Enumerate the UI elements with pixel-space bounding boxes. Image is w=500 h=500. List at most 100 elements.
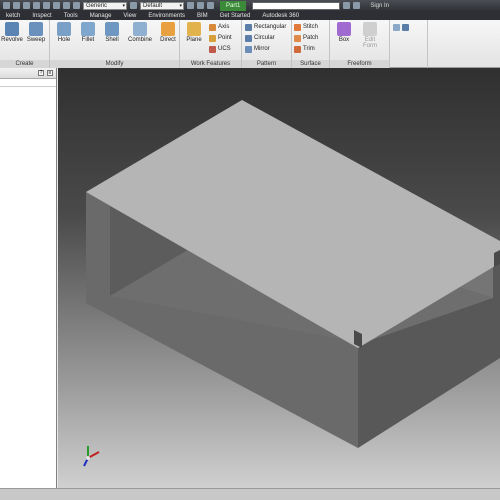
update-icon[interactable] (63, 2, 70, 9)
model-browser: ? ≡ (0, 68, 57, 488)
search-input[interactable] (252, 1, 341, 10)
tab-bim[interactable]: BIM (191, 13, 214, 19)
stitch-button[interactable]: Stitch (294, 22, 318, 32)
revolve-label: Revolve (1, 37, 23, 43)
rectangular-button[interactable]: Rectangular (245, 22, 286, 32)
plane-label: Plane (186, 37, 202, 43)
ucs-button[interactable]: UCS (209, 44, 231, 54)
appearance-dropdown[interactable]: Default ▾ (140, 1, 184, 10)
combine-button[interactable]: Combine (126, 22, 154, 43)
revolve-icon (5, 22, 19, 36)
work-features-panel-label[interactable]: Work Features (180, 60, 241, 68)
combine-label: Combine (127, 37, 152, 43)
create-panel-label[interactable]: Create (0, 60, 49, 68)
surface-panel: Stitch Patch Trim Surface (292, 20, 330, 68)
direct-button[interactable]: Direct (156, 22, 180, 43)
box-button[interactable]: Box (332, 22, 356, 43)
select-icon[interactable] (73, 2, 80, 9)
extra-icon-2 (402, 23, 409, 31)
open-icon[interactable] (13, 2, 20, 9)
hole-icon (57, 22, 71, 36)
tab-environments[interactable]: Environments (142, 13, 191, 19)
tab-manage[interactable]: Manage (84, 13, 118, 19)
surface-panel-label[interactable]: Surface (292, 60, 329, 68)
box-icon (337, 22, 351, 36)
home-icon[interactable] (53, 2, 60, 9)
model-view (83, 100, 500, 467)
color-icon[interactable] (130, 2, 137, 9)
modify-panel: Hole Fillet Shell Combine Direct Modify (50, 20, 180, 68)
point-label: Point (218, 35, 232, 41)
extra-panel (390, 20, 428, 68)
tab-inspect[interactable]: Inspect (26, 13, 57, 19)
circular-pattern-icon (245, 34, 252, 42)
patch-button[interactable]: Patch (294, 33, 318, 43)
adjust-icon[interactable] (187, 2, 194, 9)
user-icon[interactable] (353, 2, 361, 9)
binoculars-icon[interactable] (343, 2, 351, 9)
circular-button[interactable]: Circular (245, 33, 275, 43)
freeform-panel-label[interactable]: Freeform (330, 60, 389, 68)
tab-get-started[interactable]: Get Started (214, 13, 257, 19)
graphics-viewport[interactable] (58, 68, 500, 488)
plane-button[interactable]: Plane (182, 22, 206, 43)
sign-in-link[interactable]: Sign In (370, 3, 389, 9)
trim-button[interactable]: Trim (294, 44, 315, 54)
circular-label: Circular (254, 35, 275, 41)
create-panel: Revolve Sweep Create (0, 20, 50, 68)
point-icon (209, 34, 216, 42)
fx-icon[interactable] (207, 2, 214, 9)
mirror-label: Mirror (254, 46, 270, 52)
ribbon-tabs: ketch Inspect Tools Manage View Environm… (0, 11, 500, 20)
material-value: Generic (86, 2, 108, 9)
undo-icon[interactable] (33, 2, 40, 9)
mirror-button[interactable]: Mirror (245, 44, 270, 54)
status-bar (0, 488, 500, 500)
new-icon[interactable] (3, 2, 10, 9)
stitch-icon (294, 23, 301, 31)
mirror-icon (245, 45, 252, 53)
rectangular-pattern-icon (245, 23, 252, 31)
sweep-label: Sweep (26, 37, 46, 43)
plane-icon (187, 22, 201, 36)
direct-label: Direct (160, 37, 176, 43)
material-dropdown[interactable]: Generic ▾ (83, 1, 127, 10)
axis-label: Axis (218, 24, 230, 30)
appearance-value: Default (143, 2, 163, 9)
edit-form-icon (363, 22, 377, 36)
extra-button[interactable] (393, 22, 411, 32)
save-icon[interactable] (23, 2, 30, 9)
browser-menu-icon[interactable]: ≡ (47, 70, 53, 76)
redo-icon[interactable] (43, 2, 50, 9)
fillet-button[interactable]: Fillet (76, 22, 100, 43)
edit-form-label: Edit Form (363, 37, 377, 49)
browser-toolbar (0, 79, 56, 87)
clear-icon[interactable] (197, 2, 204, 9)
ucs-icon (209, 45, 216, 53)
sweep-icon (29, 22, 43, 36)
fillet-label: Fillet (81, 37, 95, 43)
box-label: Box (338, 37, 350, 43)
trim-icon (294, 45, 301, 53)
browser-header: ? ≡ (0, 68, 56, 79)
modify-panel-label[interactable]: Modify (50, 60, 179, 68)
browser-help-icon[interactable]: ? (38, 70, 44, 76)
stitch-label: Stitch (303, 24, 319, 30)
shell-button[interactable]: Shell (100, 22, 124, 43)
hole-button[interactable]: Hole (52, 22, 76, 43)
revolve-button[interactable]: Revolve (0, 22, 24, 43)
pattern-panel-label[interactable]: Pattern (242, 60, 291, 68)
tab-view[interactable]: View (117, 13, 142, 19)
ucs-label: UCS (218, 46, 231, 52)
rectangular-label: Rectangular (254, 24, 287, 30)
work-features-panel: Plane Axis Point UCS Work Features (180, 20, 242, 68)
point-button[interactable]: Point (209, 33, 232, 43)
tab-autodesk-360[interactable]: Autodesk 360 (256, 13, 305, 19)
axis-button[interactable]: Axis (209, 22, 229, 32)
shell-label: Shell (105, 37, 119, 43)
chevron-down-icon: ▾ (122, 2, 125, 9)
tab-tools[interactable]: Tools (58, 13, 84, 19)
sweep-button[interactable]: Sweep (24, 22, 48, 43)
edit-form-button[interactable]: Edit Form (358, 22, 382, 49)
tab-sketch[interactable]: ketch (0, 13, 26, 19)
